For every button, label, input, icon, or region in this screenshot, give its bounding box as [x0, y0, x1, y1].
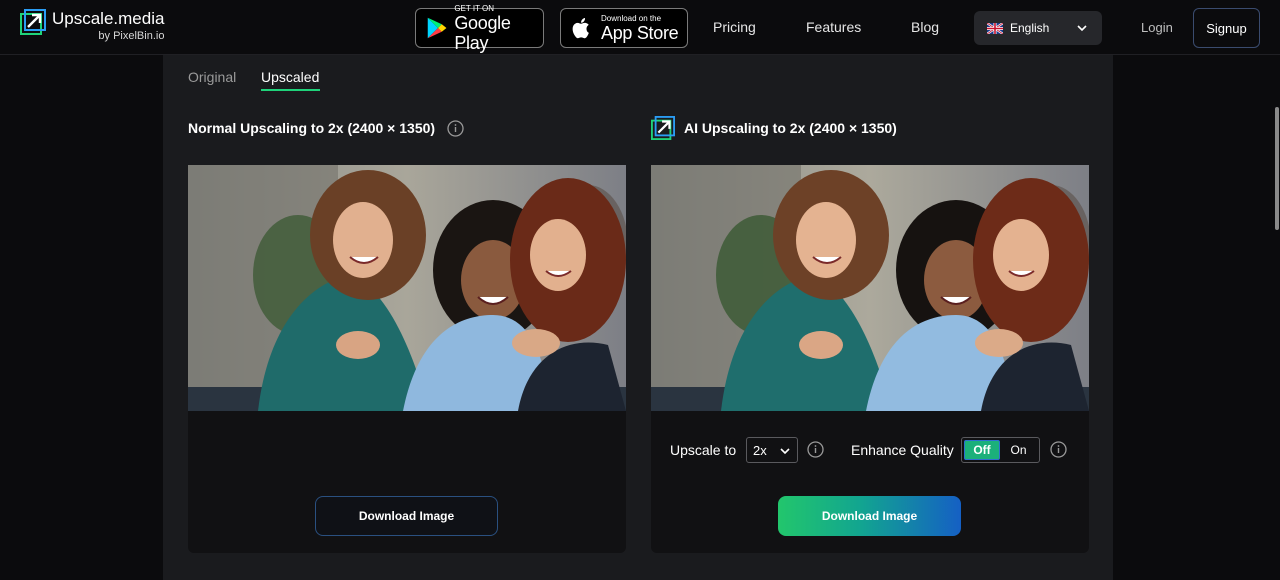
- uk-flag-icon: [987, 22, 1003, 34]
- toggle-on-option[interactable]: On: [1000, 443, 1037, 457]
- ai-download-button[interactable]: Download Image: [778, 496, 961, 536]
- logo[interactable]: Upscale.media by PixelBin.io: [20, 9, 180, 45]
- ai-upscaling-title: AI Upscaling to 2x (2400 × 1350): [684, 120, 897, 136]
- normal-download-button[interactable]: Download Image: [315, 496, 498, 536]
- app-store-button[interactable]: Download on the App Store: [560, 8, 688, 48]
- upscale-to-label: Upscale to: [670, 442, 737, 458]
- chevron-down-icon: [1077, 25, 1087, 32]
- active-tab-indicator: [261, 89, 320, 91]
- upscale-factor-select[interactable]: 2x: [746, 437, 798, 463]
- toggle-off-option[interactable]: Off: [964, 440, 1000, 460]
- app-store-small-text: Download on the: [601, 13, 662, 23]
- page-scrollbar[interactable]: [1275, 107, 1279, 230]
- normal-upscaling-title: Normal Upscaling to 2x (2400 × 1350): [188, 120, 436, 136]
- upscale-logo-icon: [20, 9, 46, 35]
- normal-upscaled-photo: [188, 165, 626, 411]
- chevron-down-icon: [780, 448, 790, 455]
- ai-upscaled-photo: [651, 165, 1089, 411]
- enhance-quality-toggle[interactable]: Off On: [961, 437, 1040, 463]
- info-icon[interactable]: [1050, 441, 1067, 458]
- upscale-factor-value: 2x: [753, 442, 767, 458]
- nav-blog[interactable]: Blog: [911, 19, 939, 35]
- language-label: English: [1010, 21, 1050, 35]
- result-panel: Original Upscaled Normal Upscaling to 2x…: [163, 55, 1113, 580]
- tab-original[interactable]: Original: [188, 69, 236, 85]
- normal-result-card: [188, 165, 626, 553]
- info-icon[interactable]: [807, 441, 824, 458]
- app-store-big-text: App Store: [601, 22, 679, 43]
- nav-features[interactable]: Features: [806, 19, 861, 35]
- google-play-icon: [427, 17, 447, 39]
- nav-pricing[interactable]: Pricing: [713, 19, 756, 35]
- language-selector[interactable]: English: [974, 11, 1102, 45]
- apple-icon: [572, 18, 589, 39]
- ai-result-card: [651, 165, 1089, 553]
- google-play-button[interactable]: GET IT ON Google Play: [415, 4, 544, 53]
- google-play-big-text: Google Play: [454, 12, 511, 53]
- tab-upscaled[interactable]: Upscaled: [261, 69, 319, 85]
- ai-upscale-icon: [651, 116, 675, 140]
- enhance-quality-label: Enhance Quality: [851, 442, 954, 458]
- top-navbar: Upscale.media by PixelBin.io GET IT ON G…: [0, 0, 1280, 55]
- signup-button[interactable]: Signup: [1193, 8, 1260, 48]
- logo-subtitle: by PixelBin.io: [98, 30, 165, 42]
- info-icon[interactable]: [447, 120, 464, 137]
- logo-title: Upscale.media: [52, 9, 165, 28]
- google-play-small-text: GET IT ON: [454, 3, 495, 13]
- login-link[interactable]: Login: [1141, 20, 1173, 35]
